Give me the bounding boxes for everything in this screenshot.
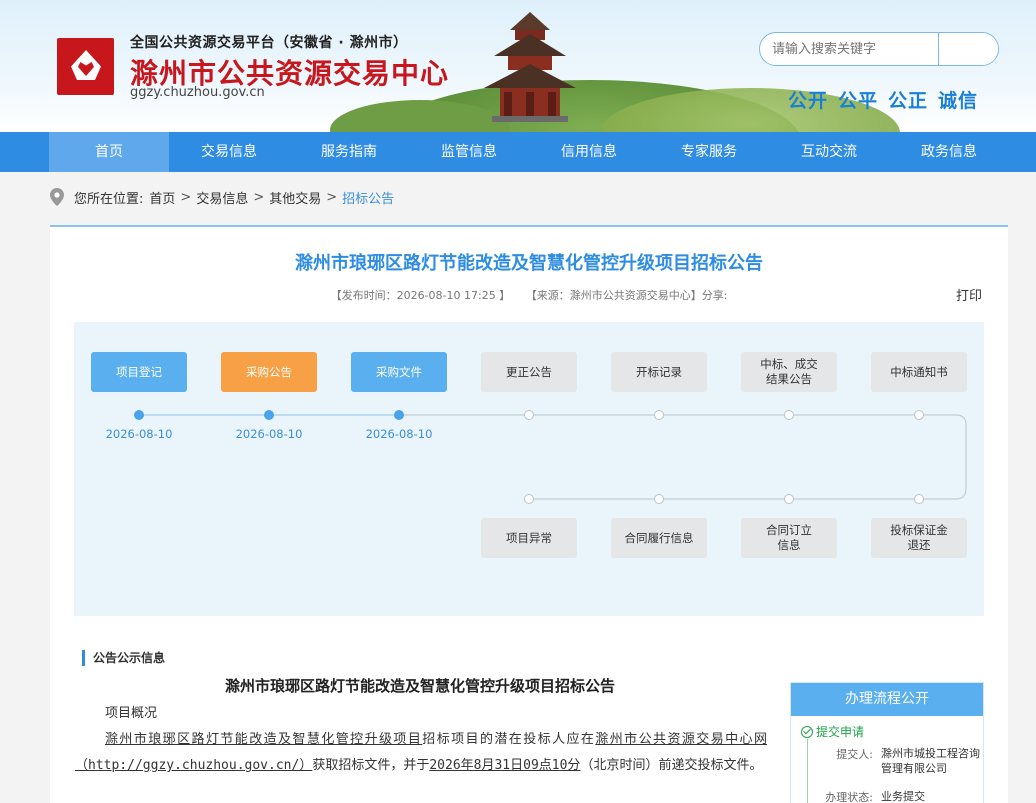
breadcrumb-current[interactable]: 招标公告 xyxy=(342,188,394,207)
search-box xyxy=(759,32,999,66)
nav-item-supervision[interactable]: 监管信息 xyxy=(409,132,529,172)
article-source: 【来源：滁州市公共资源交易中心】分享: xyxy=(525,289,728,302)
breadcrumb-separator: > xyxy=(253,189,265,205)
flow-step-procurement-notice[interactable]: 采购公告 xyxy=(221,352,317,392)
submitter-row: 提交人: 滁州市城投工程咨询管理有限公司 xyxy=(821,746,981,776)
location-pin-icon xyxy=(50,188,64,206)
notice-body: 项目概况 滁州市琅琊区路灯节能改造及智慧化管控升级项目招标项目的潜在投标人应在滁… xyxy=(75,701,767,779)
flow-dot xyxy=(264,410,274,420)
notice-title: 滁州市琅琊区路灯节能改造及智慧化管控升级项目招标公告 xyxy=(224,677,615,695)
nav-item-home[interactable]: 首页 xyxy=(49,132,169,172)
flow-step-bid-opening[interactable]: 开标记录 xyxy=(611,352,707,392)
flow-dot xyxy=(654,410,664,420)
status-label: 办理状态: xyxy=(825,791,873,803)
notice-paragraph: 滁州市琅琊区路灯节能改造及智慧化管控升级项目招标项目的潜在投标人应在滁州市公共资… xyxy=(75,727,767,779)
nav-item-government[interactable]: 政务信息 xyxy=(889,132,1009,172)
nav-item-credit[interactable]: 信用信息 xyxy=(529,132,649,172)
flow-dot xyxy=(394,410,404,420)
slogan-word: 诚信 xyxy=(938,90,979,112)
flow-dot xyxy=(524,494,534,504)
flow-dot xyxy=(654,494,664,504)
slogan-word: 公平 xyxy=(838,90,879,112)
print-button[interactable]: 打印 xyxy=(956,285,982,304)
site-logo[interactable] xyxy=(57,38,114,95)
process-step-label: 提交申请 xyxy=(816,725,865,739)
flow-step-deposit-refund[interactable]: 投标保证金 退还 xyxy=(871,518,967,558)
content-card: 滁州市琅琊区路灯节能改造及智慧化管控升级项目招标公告 【发布时间：2026-08… xyxy=(50,225,1008,803)
flow-step-project-register[interactable]: 项目登记 xyxy=(91,352,187,392)
process-timeline xyxy=(807,739,808,803)
site-url: ggzy.chuzhou.gov.cn xyxy=(130,85,265,100)
publish-time: 【发布时间：2026-08-10 17:25 】 xyxy=(330,289,511,302)
flow-step-contract-signing[interactable]: 合同订立 信息 xyxy=(741,518,837,558)
flow-dot xyxy=(524,410,534,420)
overview-label: 项目概况 xyxy=(105,706,158,721)
platform-subtitle: 全国公共资源交易平台（安徽省 · 滁州市） xyxy=(130,35,408,51)
flow-dot xyxy=(914,410,924,420)
breadcrumb: 您所在位置: 首页 > 交易信息 > 其他交易 > 招标公告 xyxy=(50,186,394,208)
site-header: 全国公共资源交易平台（安徽省 · 滁州市） 滁州市公共资源交易中心 ggzy.c… xyxy=(0,0,1036,132)
article-meta: 【发布时间：2026-08-10 17:25 】 【来源：滁州市公共资源交易中心… xyxy=(50,287,1008,303)
breadcrumb-other-trade[interactable]: 其他交易 xyxy=(269,188,321,207)
breadcrumb-home[interactable]: 首页 xyxy=(149,188,175,207)
notice-text: （北京时间）前递交投标文件。 xyxy=(580,758,763,773)
nav-item-interaction[interactable]: 互动交流 xyxy=(769,132,889,172)
nav-item-service-guide[interactable]: 服务指南 xyxy=(289,132,409,172)
main-nav: 首页 交易信息 服务指南 监管信息 信用信息 专家服务 互动交流 政务信息 xyxy=(0,132,1036,172)
flow-dot xyxy=(134,410,144,420)
search-input[interactable] xyxy=(772,33,937,65)
slogan-word: 公正 xyxy=(888,90,929,112)
pavilion-image xyxy=(484,12,576,122)
flow-step-procurement-doc[interactable]: 采购文件 xyxy=(351,352,447,392)
breadcrumb-trade-info[interactable]: 交易信息 xyxy=(196,188,248,207)
process-step: 提交申请 xyxy=(801,723,864,740)
flow-step-award-result[interactable]: 中标、成交 结果公告 xyxy=(741,352,837,392)
flow-dot xyxy=(784,494,794,504)
article-title: 滁州市琅琊区路灯节能改造及智慧化管控升级项目招标公告 xyxy=(295,253,763,274)
notice-text: 招标项目的潜在投标人应在 xyxy=(422,732,596,747)
deadline-text: 2026年8月31日09点10分 xyxy=(429,758,581,773)
flow-date: 2026-08-10 xyxy=(365,427,433,441)
check-circle-icon xyxy=(801,725,813,738)
process-flow: 项目登记 采购公告 采购文件 更正公告 开标记录 中标、成交 结果公告 中标通知… xyxy=(74,322,984,616)
search-button[interactable] xyxy=(939,33,998,65)
flow-step-correction[interactable]: 更正公告 xyxy=(481,352,577,392)
flow-date: 2026-08-10 xyxy=(105,427,173,441)
slogan-word: 公开 xyxy=(788,90,829,112)
section-heading: 公告公示信息 xyxy=(82,650,165,666)
process-panel: 办理流程公开 提交申请 提交人: 滁州市城投工程咨询管理有限公司 办理状态: 业… xyxy=(790,682,984,803)
nav-item-expert[interactable]: 专家服务 xyxy=(649,132,769,172)
slogan: 公开 公平 公正 诚信 xyxy=(788,86,988,113)
notice-text: 获取招标文件，并于 xyxy=(312,758,430,773)
flow-step-project-exception[interactable]: 项目异常 xyxy=(481,518,577,558)
breadcrumb-separator: > xyxy=(180,189,192,205)
project-name-link[interactable]: 滁州市琅琊区路灯节能改造及智慧化管控升级项目 xyxy=(105,732,422,747)
status-row: 办理状态: 业务提交 xyxy=(821,789,981,803)
status-value: 业务提交 xyxy=(881,790,925,803)
breadcrumb-separator: > xyxy=(326,189,338,205)
process-panel-title: 办理流程公开 xyxy=(791,683,983,716)
flow-step-award-notice[interactable]: 中标通知书 xyxy=(871,352,967,392)
flow-dot xyxy=(784,410,794,420)
submitter-label: 提交人: xyxy=(836,748,873,761)
flow-dot xyxy=(914,494,924,504)
breadcrumb-label: 您所在位置: xyxy=(74,191,144,207)
flow-step-contract-performance[interactable]: 合同履行信息 xyxy=(611,518,707,558)
flow-date: 2026-08-10 xyxy=(235,427,303,441)
submitter-value: 滁州市城投工程咨询管理有限公司 xyxy=(881,747,980,775)
nav-item-trade-info[interactable]: 交易信息 xyxy=(169,132,289,172)
